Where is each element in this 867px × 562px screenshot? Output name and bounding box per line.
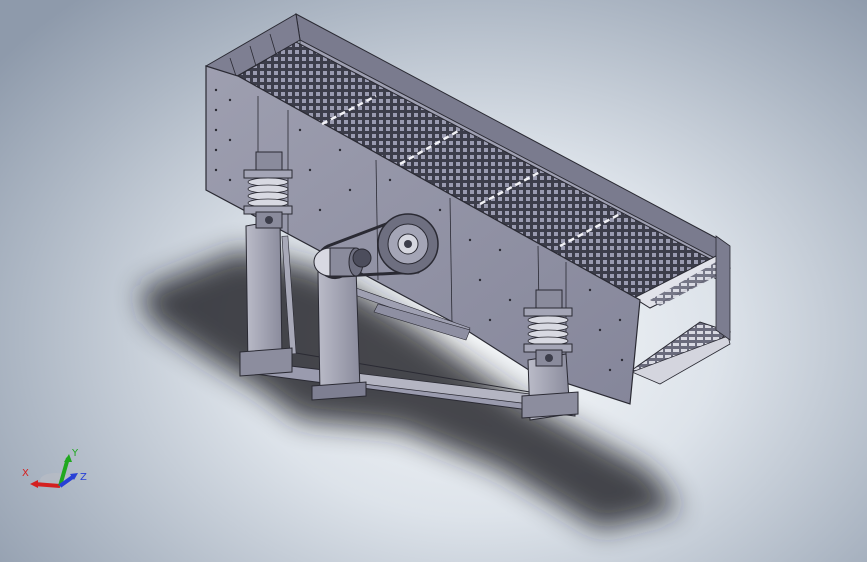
graphics-viewport[interactable]: X Y Z [0, 0, 867, 562]
coordinate-triad: X Y Z [22, 448, 87, 488]
z-axis-label: Z [80, 472, 87, 483]
x-axis-label: X [22, 468, 29, 479]
small-pulley[interactable] [352, 248, 372, 268]
motor-stand[interactable] [311, 267, 367, 401]
model-scene[interactable] [0, 0, 867, 562]
y-axis-label: Y [71, 448, 79, 459]
